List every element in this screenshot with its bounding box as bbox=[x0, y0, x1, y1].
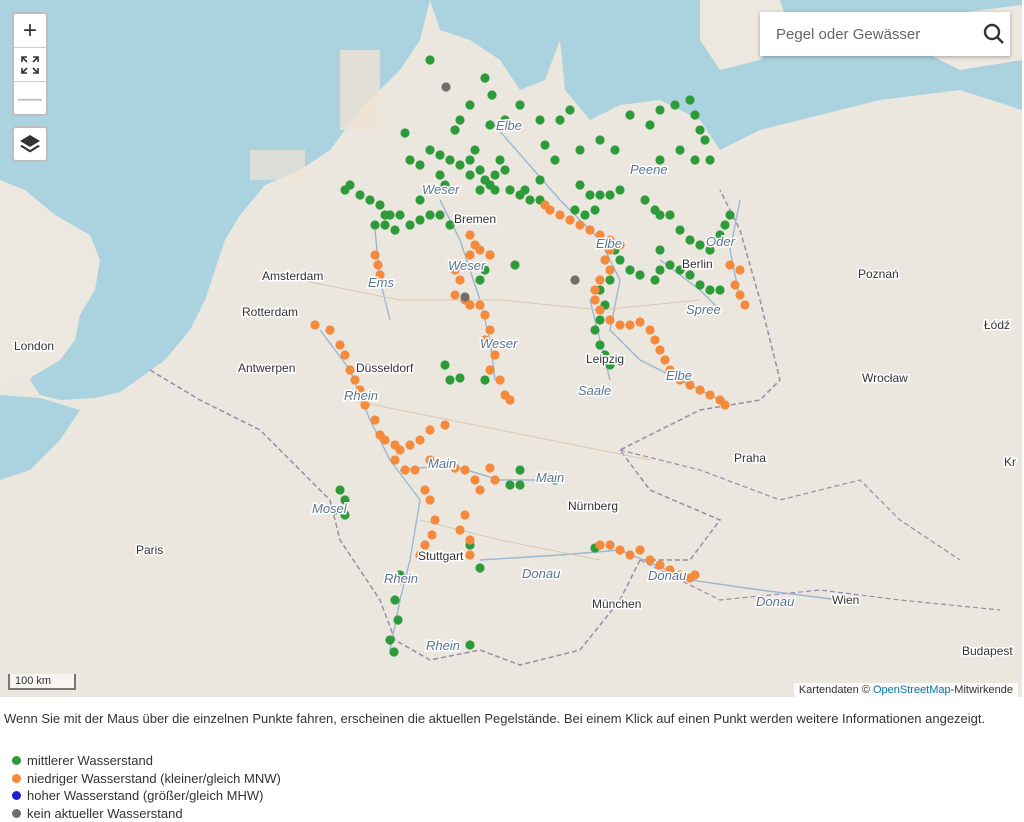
legend-dot bbox=[12, 774, 21, 783]
river-ems: Ems bbox=[368, 275, 395, 290]
attribution-suffix: -Mitwirkende bbox=[951, 684, 1013, 696]
city-muenchen: München bbox=[592, 597, 641, 611]
city-leipzig: Leipzig bbox=[586, 352, 624, 366]
river-saale: Saale bbox=[578, 383, 611, 398]
scale-bar: 100 km bbox=[8, 674, 76, 690]
river-elbe-3: Elbe bbox=[666, 368, 692, 383]
city-krakow: Kr bbox=[1004, 455, 1016, 469]
river-weser-2: Weser bbox=[448, 258, 486, 273]
attribution: Kartendaten © OpenStreetMap-Mitwirkende bbox=[794, 683, 1018, 697]
attribution-prefix: Kartendaten © bbox=[799, 684, 873, 696]
legend-dot bbox=[12, 791, 21, 800]
search-button[interactable] bbox=[977, 14, 1010, 54]
legend-item-low: niedriger Wasserstand (kleiner/gleich MN… bbox=[12, 770, 281, 788]
legend-label: hoher Wasserstand (größer/gleich MHW) bbox=[27, 787, 263, 805]
river-rhein-3: Rhein bbox=[426, 638, 460, 653]
river-rhein-1: Rhein bbox=[344, 388, 378, 403]
city-lodz: Łódź bbox=[984, 318, 1010, 332]
legend-label: mittlerer Wasserstand bbox=[27, 752, 153, 770]
legend-label: niedriger Wasserstand (kleiner/gleich MN… bbox=[27, 770, 281, 788]
search-icon bbox=[983, 23, 1005, 45]
legend-label: kein aktueller Wasserstand bbox=[27, 805, 183, 822]
zoom-out-button[interactable]: — bbox=[14, 82, 46, 115]
map-description: Wenn Sie mit der Maus über die einzelnen… bbox=[4, 710, 1004, 728]
search-box bbox=[760, 12, 1010, 56]
legend-item-high: hoher Wasserstand (größer/gleich MHW) bbox=[12, 787, 281, 805]
river-weser-3: Weser bbox=[480, 336, 518, 351]
city-stuttgart: Stuttgart bbox=[418, 549, 464, 563]
osm-link[interactable]: OpenStreetMap bbox=[873, 684, 951, 696]
river-oder: Oder bbox=[706, 234, 736, 249]
river-donau-2: Donau bbox=[648, 568, 686, 583]
city-berlin: Berlin bbox=[682, 257, 713, 271]
legend: mittlerer Wasserstand niedriger Wasserst… bbox=[12, 752, 281, 822]
city-rotterdam: Rotterdam bbox=[242, 305, 298, 319]
river-elbe-2: Elbe bbox=[596, 236, 622, 251]
city-poznan: Poznań bbox=[858, 267, 899, 281]
river-main-1: Main bbox=[428, 456, 456, 471]
legend-dot bbox=[12, 809, 21, 818]
river-mosel: Mosel bbox=[312, 501, 348, 516]
river-donau-3: Donau bbox=[756, 594, 794, 609]
city-nuernberg: Nürnberg bbox=[568, 499, 618, 513]
label-layer: London Amsterdam Rotterdam Antwerpen Par… bbox=[0, 0, 1022, 697]
zoom-in-button[interactable]: + bbox=[14, 14, 46, 48]
city-wien: Wien bbox=[832, 593, 859, 607]
river-donau-1: Donau bbox=[522, 566, 560, 581]
city-antwerpen: Antwerpen bbox=[238, 361, 295, 375]
city-budapest: Budapest bbox=[962, 644, 1013, 658]
river-main-2: Main bbox=[536, 470, 564, 485]
layers-icon bbox=[18, 132, 42, 156]
layers-button[interactable] bbox=[12, 126, 48, 162]
map[interactable]: London Amsterdam Rotterdam Antwerpen Par… bbox=[0, 0, 1024, 697]
river-weser-1: Weser bbox=[422, 182, 460, 197]
river-peene: Peene bbox=[630, 162, 668, 177]
city-amsterdam: Amsterdam bbox=[262, 269, 323, 283]
city-london: London bbox=[14, 339, 54, 353]
city-paris: Paris bbox=[136, 543, 163, 557]
river-elbe-1: Elbe bbox=[496, 118, 522, 133]
river-rhein-2: Rhein bbox=[384, 571, 418, 586]
city-praha: Praha bbox=[734, 451, 766, 465]
river-spree: Spree bbox=[686, 302, 721, 317]
city-wroclaw: Wrocław bbox=[862, 371, 908, 385]
fullscreen-icon bbox=[20, 55, 40, 75]
search-input[interactable] bbox=[760, 13, 977, 55]
city-bremen: Bremen bbox=[454, 212, 496, 226]
legend-item-mean: mittlerer Wasserstand bbox=[12, 752, 281, 770]
zoom-control: + — bbox=[12, 12, 48, 116]
legend-dot bbox=[12, 756, 21, 765]
legend-item-none: kein aktueller Wasserstand bbox=[12, 805, 281, 822]
city-duesseldorf: Düsseldorf bbox=[356, 361, 414, 375]
fullscreen-button[interactable] bbox=[14, 48, 46, 82]
